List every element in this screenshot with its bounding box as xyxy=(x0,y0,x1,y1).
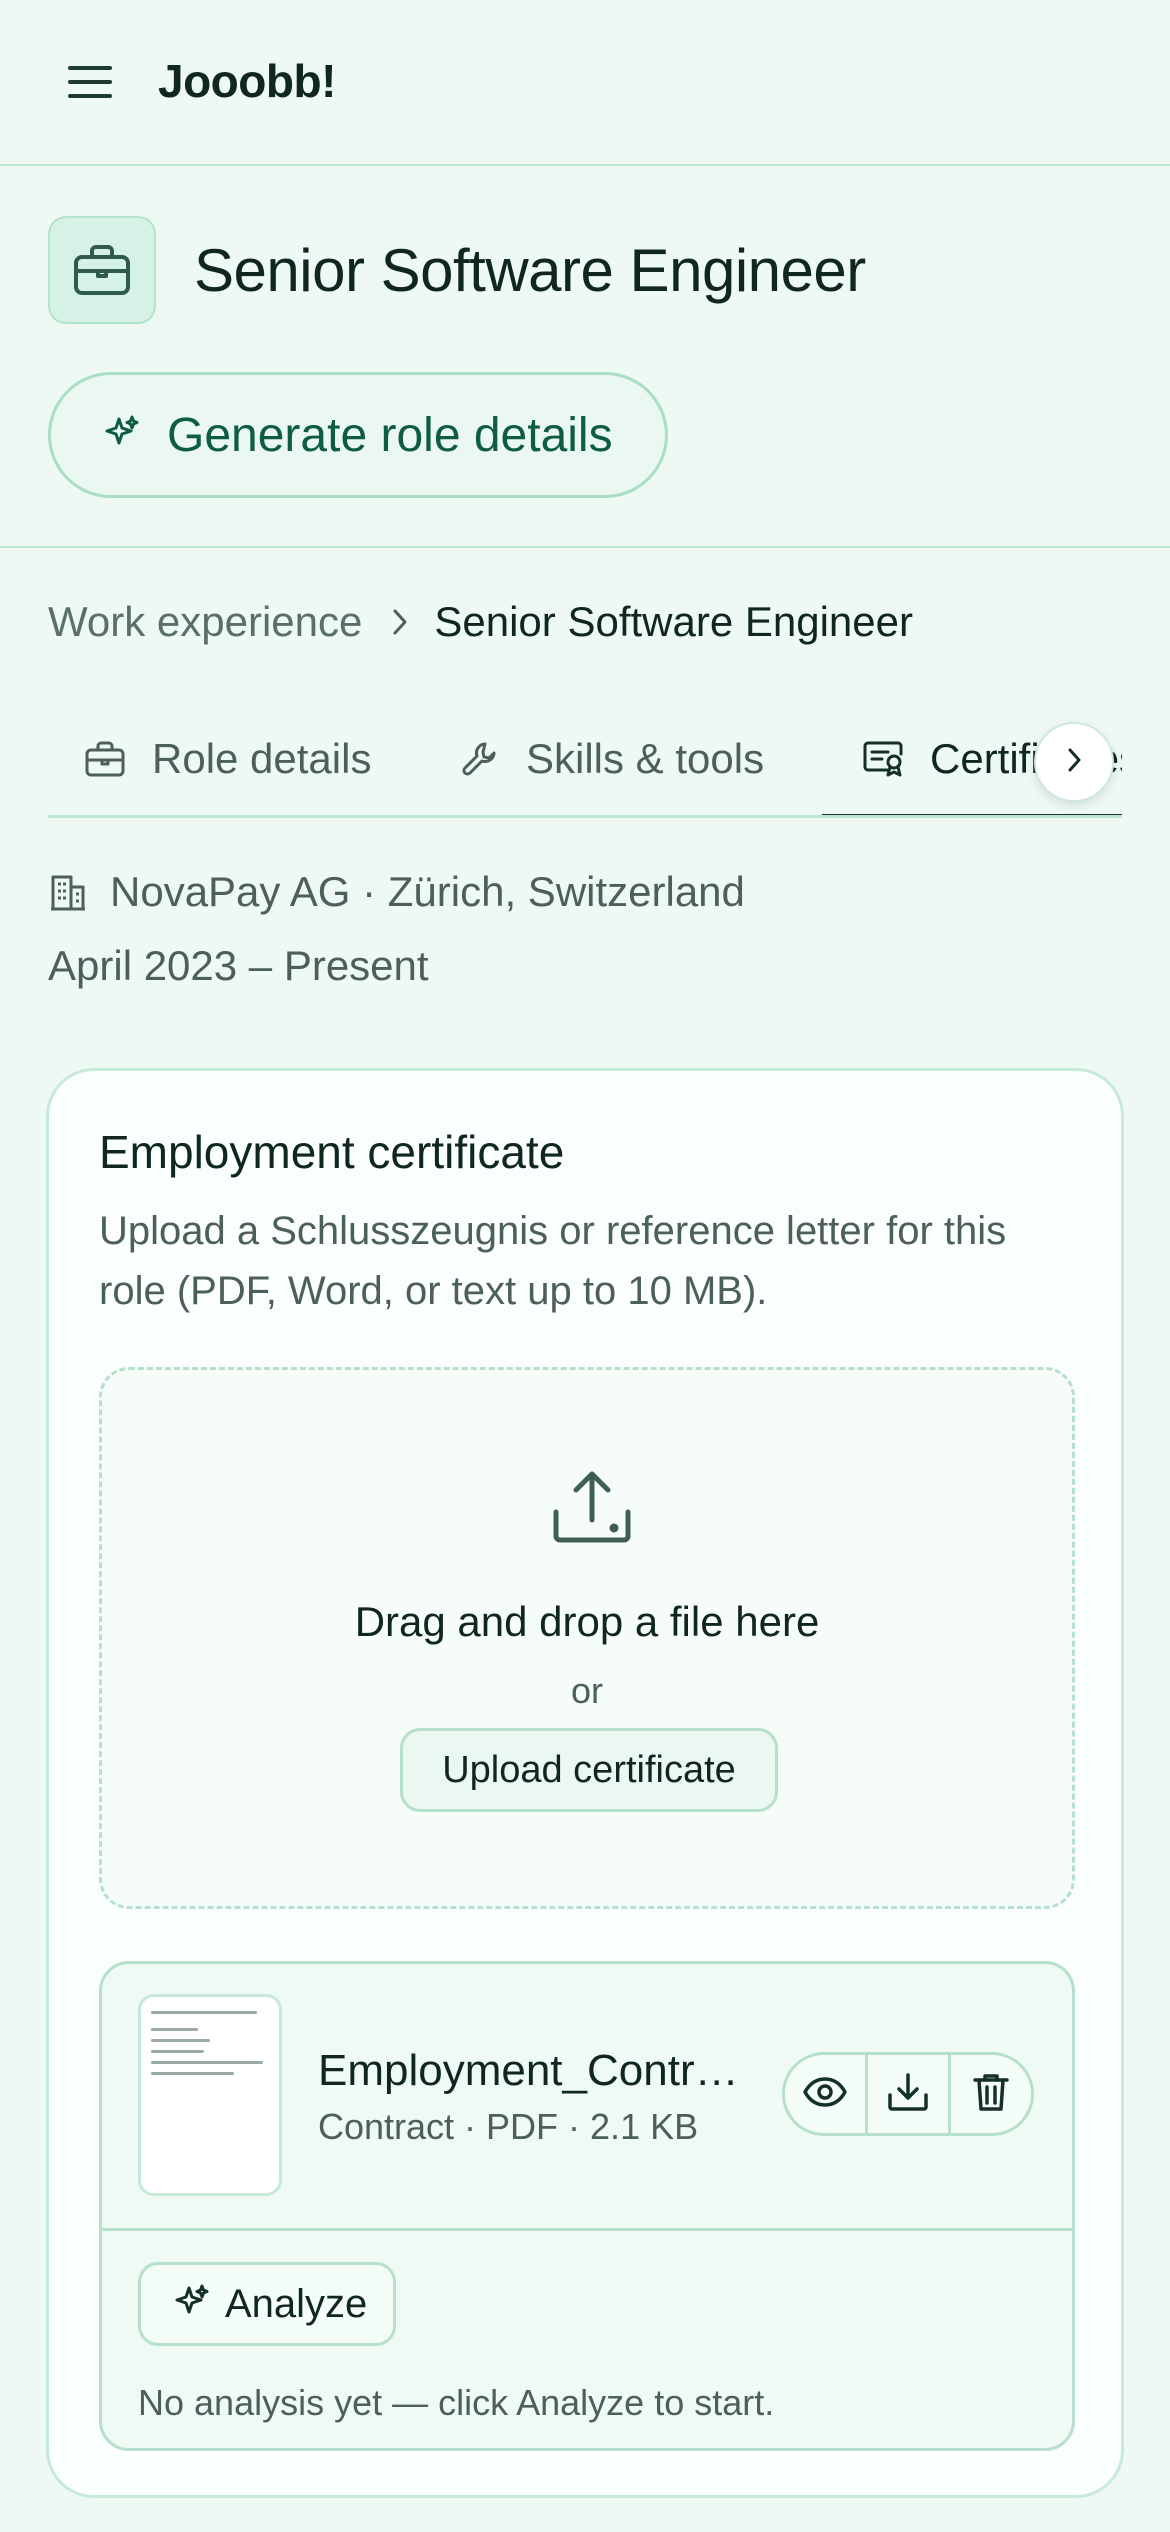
download-button[interactable] xyxy=(865,2055,948,2133)
trash-icon xyxy=(972,2071,1010,2118)
file-thumbnail[interactable] xyxy=(138,1994,282,2196)
briefcase-icon xyxy=(84,740,126,778)
app-brand[interactable]: Jooobb! xyxy=(158,54,336,108)
breadcrumb-work-experience[interactable]: Work experience xyxy=(48,598,362,646)
menu-icon[interactable] xyxy=(68,66,112,102)
delete-button[interactable] xyxy=(948,2055,1031,2133)
upload-icon xyxy=(550,1468,634,1551)
dropzone-instruction: Drag and drop a file here xyxy=(354,1598,820,1645)
tab-skills-tools-label: Skills & tools xyxy=(526,735,765,782)
wrench-icon xyxy=(460,739,500,779)
top-bar: Jooobb! xyxy=(0,0,1170,166)
dropzone-or: or xyxy=(570,1670,603,1711)
generate-role-details-button[interactable]: Generate role details xyxy=(48,372,668,498)
tab-role-details-label: Role details xyxy=(152,735,372,782)
briefcase-icon xyxy=(48,216,156,324)
chevron-right-icon xyxy=(390,607,410,637)
company-location: NovaPay AG · Zürich, Switzerland xyxy=(48,868,745,916)
analysis-status: No analysis yet — click Analyze to start… xyxy=(138,2382,775,2423)
file-meta: Contract · PDF · 2.1 KB xyxy=(318,2106,699,2147)
tab-bar: Role details Skills & tools Certificates xyxy=(48,700,1122,818)
tab-skills-tools[interactable]: Skills & tools xyxy=(460,700,765,815)
file-name: Employment_Contract.pdf xyxy=(318,2046,758,2095)
upload-certificate-button[interactable]: Upload certificate xyxy=(400,1728,778,1812)
sparkle-icon xyxy=(171,2282,211,2327)
tabs-scroll-right-button[interactable] xyxy=(1034,722,1114,802)
breadcrumb-current: Senior Software Engineer xyxy=(434,598,913,645)
generate-role-details-label: Generate role details xyxy=(167,408,613,462)
file-dropzone[interactable]: Drag and drop a file here or Upload cert… xyxy=(99,1367,1075,1909)
certificate-icon xyxy=(862,740,904,778)
preview-button[interactable] xyxy=(785,2055,865,2133)
file-divider xyxy=(102,2228,1072,2231)
role-header: Senior Software Engineer Generate role d… xyxy=(0,166,1170,548)
date-range: April 2023 – Present xyxy=(48,942,429,989)
analyze-button[interactable]: Analyze xyxy=(138,2262,396,2346)
tab-role-details[interactable]: Role details xyxy=(84,700,372,815)
card-description: Upload a Schlusszeugnis or reference let… xyxy=(99,1209,1007,1313)
card-title: Employment certificate xyxy=(99,1126,565,1178)
eye-icon xyxy=(802,2075,848,2114)
chevron-right-icon xyxy=(1064,745,1084,780)
active-tab-indicator xyxy=(822,814,1122,815)
company-location-text: NovaPay AG · Zürich, Switzerland xyxy=(110,868,745,915)
download-icon xyxy=(886,2071,930,2118)
page-title: Senior Software Engineer xyxy=(194,237,866,304)
breadcrumb: Work experience Senior Software Engineer xyxy=(48,598,913,646)
file-actions xyxy=(782,2052,1034,2136)
sparkle-icon xyxy=(101,413,141,458)
employment-certificate-card: Employment certificate Upload a Schlussz… xyxy=(46,1068,1124,2498)
building-icon xyxy=(48,872,88,912)
uploaded-file-item: Employment_Contract.pdf Contract · PDF ·… xyxy=(99,1961,1075,2451)
analyze-label: Analyze xyxy=(225,2281,368,2326)
